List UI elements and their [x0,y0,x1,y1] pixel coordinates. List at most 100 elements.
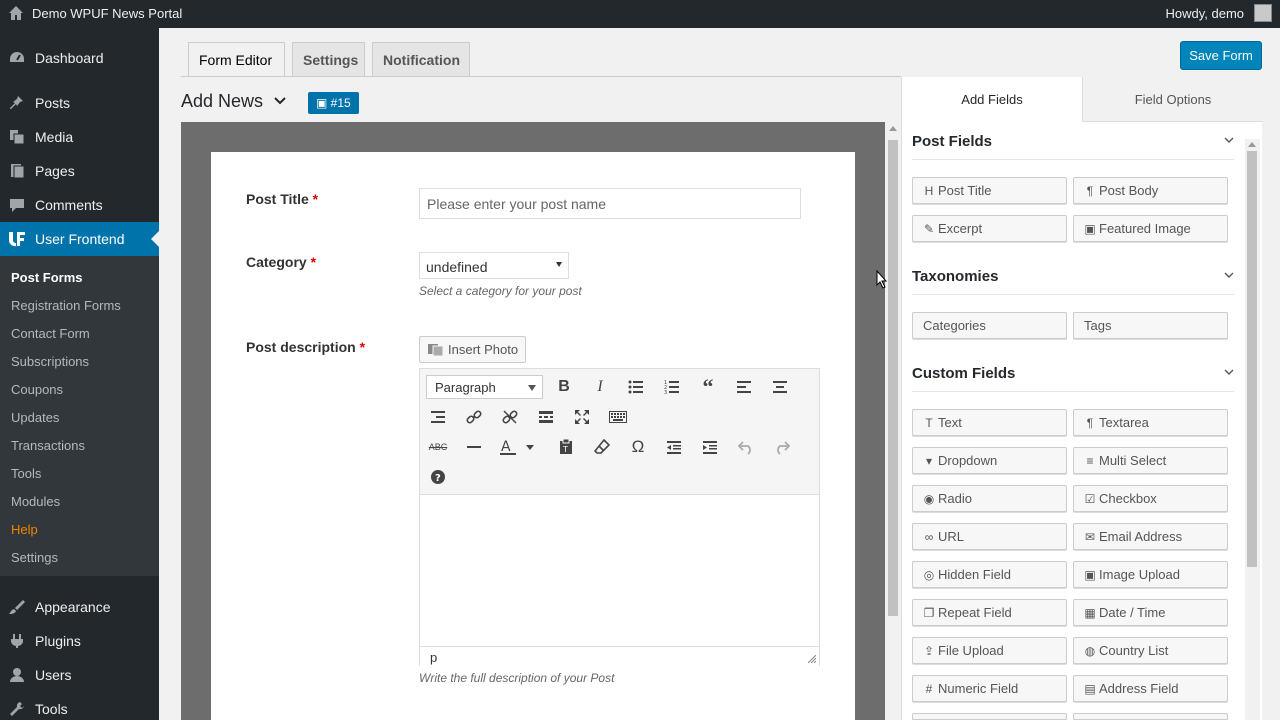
add-file-upload-field-button[interactable]: ⇪ File Upload [912,637,1067,664]
tab-field-options[interactable]: Field Options [1082,77,1263,122]
site-name-link[interactable]: Demo WPUF News Portal [32,6,182,21]
form-shortcode-badge[interactable]: ▣ #15 [308,92,359,114]
add-date-time-field-button[interactable]: ▦ Date / Time [1073,599,1228,626]
align-center-icon[interactable] [768,375,792,399]
sidebar-item-posts[interactable]: Posts [0,86,159,120]
sidebar-item-media[interactable]: Media [0,120,159,154]
sidebar-item-plugins[interactable]: Plugins [0,624,159,658]
add-field-button-partial[interactable] [1073,713,1228,720]
add-tags-field-button[interactable]: Tags [1073,312,1228,339]
sidebar-item-pages[interactable]: Pages [0,154,159,188]
keyboard-icon[interactable] [606,405,630,429]
add-checkbox-field-button[interactable]: ☑ Checkbox [1073,485,1228,512]
add-featured-image-field-button[interactable]: ▣ Featured Image [1073,215,1228,242]
redo-icon[interactable] [770,435,794,459]
sidebar-item-dashboard[interactable]: Dashboard [0,41,159,75]
add-dropdown-field-button[interactable]: ▾ Dropdown [912,447,1067,474]
add-text-field-button[interactable]: T Text [912,409,1067,436]
submenu-subscriptions[interactable]: Subscriptions [11,354,89,369]
tab-settings[interactable]: Settings [292,42,365,77]
scroll-up-arrow[interactable] [1248,142,1256,147]
chevron-down-icon[interactable] [273,94,287,108]
blockquote-icon[interactable]: “ [696,375,720,399]
submenu-help[interactable]: Help [11,522,38,537]
numbered-list-icon[interactable]: 123 [660,375,684,399]
section-post-fields[interactable]: Post Fields [912,133,992,150]
add-excerpt-field-button[interactable]: ✎ Excerpt [912,215,1067,242]
outdent-icon[interactable] [662,435,686,459]
add-url-field-button[interactable]: ∞ URL [912,523,1067,550]
add-textarea-field-button[interactable]: ¶ Textarea [1073,409,1228,436]
scroll-up-arrow[interactable] [889,126,897,131]
add-address-field-button[interactable]: ▤ Address Field [1073,675,1228,702]
add-post-title-field-button[interactable]: H Post Title [912,177,1067,204]
link-icon[interactable] [462,405,486,429]
fields-panel-scrollbar[interactable] [1245,139,1260,720]
add-radio-field-button[interactable]: ◉ Radio [912,485,1067,512]
submenu-tools[interactable]: Tools [11,466,41,481]
read-more-icon[interactable] [534,405,558,429]
post-title-label[interactable]: Post Title * [246,191,318,207]
add-email-field-button[interactable]: ✉ Email Address [1073,523,1228,550]
sidebar-item-user-frontend[interactable]: User Frontend [0,222,159,256]
text-color-icon[interactable]: A [498,435,538,459]
add-multi-select-field-button[interactable]: ≡ Multi Select [1073,447,1228,474]
chevron-down-icon[interactable] [1224,271,1234,279]
post-title-input[interactable]: Please enter your post name [419,188,801,219]
submenu-post-forms[interactable]: Post Forms [11,270,83,285]
add-categories-field-button[interactable]: Categories [912,312,1067,339]
submenu-transactions[interactable]: Transactions [11,438,85,453]
undo-icon[interactable] [734,435,758,459]
submenu-settings[interactable]: Settings [11,550,58,565]
chevron-down-icon[interactable] [1224,368,1234,376]
category-label[interactable]: Category * [246,254,316,270]
strikethrough-icon[interactable]: ABC [426,435,450,459]
tab-add-fields[interactable]: Add Fields [902,77,1082,122]
align-left-icon[interactable] [732,375,756,399]
save-form-button[interactable]: Save Form [1180,41,1262,70]
sidebar-item-users[interactable]: Users [0,658,159,692]
submenu-updates[interactable]: Updates [11,410,59,425]
submenu-modules[interactable]: Modules [11,494,60,509]
bullet-list-icon[interactable] [624,375,648,399]
indent-icon[interactable] [698,435,722,459]
resize-handle-icon[interactable] [808,655,816,663]
add-field-button-partial[interactable] [912,713,1067,720]
align-right-icon[interactable] [426,405,450,429]
format-select[interactable]: Paragraph [426,375,543,399]
clear-formatting-icon[interactable] [590,435,614,459]
category-select[interactable]: undefined [419,252,569,279]
fullscreen-icon[interactable] [570,405,594,429]
tab-notification[interactable]: Notification [372,42,470,77]
section-taxonomies[interactable]: Taxonomies [912,268,998,285]
horizontal-line-icon[interactable] [462,435,486,459]
avatar[interactable] [1254,4,1272,22]
add-country-list-field-button[interactable]: ◍ Country List [1073,637,1228,664]
editor-content-area[interactable] [420,495,819,645]
scrollbar-thumb[interactable] [888,140,898,616]
post-description-label[interactable]: Post description * [246,339,365,355]
sidebar-item-tools[interactable]: Tools [0,692,159,720]
submenu-registration-forms[interactable]: Registration Forms [11,298,121,313]
bold-icon[interactable]: B [552,375,576,399]
scrollbar-thumb[interactable] [1247,151,1257,567]
special-character-icon[interactable]: Ω [626,435,650,459]
submenu-contact-form[interactable]: Contact Form [11,326,90,341]
insert-photo-button[interactable]: Insert Photo [419,336,526,363]
italic-icon[interactable]: I [588,375,612,399]
sidebar-item-comments[interactable]: Comments [0,188,159,222]
preview-scrollbar[interactable] [885,122,901,720]
keyboard-shortcuts-help-icon[interactable]: ? [426,465,450,489]
paste-text-icon[interactable]: T [554,435,578,459]
add-post-body-field-button[interactable]: ¶ Post Body [1073,177,1228,204]
add-repeat-field-button[interactable]: ❐ Repeat Field [912,599,1067,626]
add-image-upload-field-button[interactable]: ▣ Image Upload [1073,561,1228,588]
howdy-user[interactable]: Howdy, demo [1165,6,1244,21]
form-title[interactable]: Add News [181,91,263,112]
element-path[interactable]: p [430,650,437,665]
sidebar-item-appearance[interactable]: Appearance [0,590,159,624]
chevron-down-icon[interactable] [1224,136,1234,144]
section-custom-fields[interactable]: Custom Fields [912,365,1015,382]
add-numeric-field-button[interactable]: # Numeric Field [912,675,1067,702]
home-icon[interactable] [8,5,24,21]
